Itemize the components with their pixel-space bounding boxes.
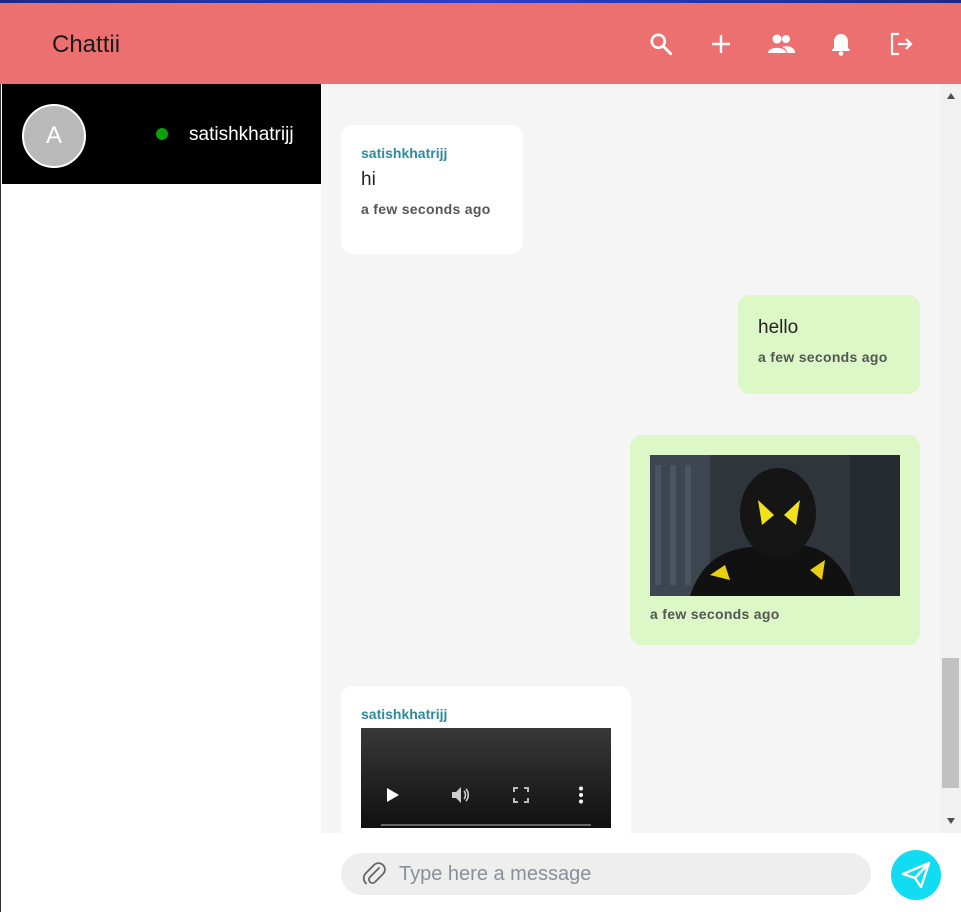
add-icon[interactable]: [706, 29, 736, 59]
sender-name: satishkhatrijj: [361, 145, 448, 161]
scrollbar-thumb[interactable]: [942, 658, 959, 788]
attachment-icon[interactable]: [361, 861, 387, 887]
incoming-message: satishkhatrijj hi a few seconds ago: [341, 125, 523, 254]
incoming-video-message: satishkhatrijj: [341, 686, 631, 833]
logout-icon[interactable]: [886, 29, 916, 59]
sender-name: satishkhatrijj: [361, 706, 448, 722]
search-icon[interactable]: [646, 29, 676, 59]
shared-image[interactable]: [650, 455, 900, 596]
online-status-dot: [156, 128, 168, 140]
notification-icon[interactable]: [826, 29, 856, 59]
app-header: Chattii: [0, 3, 961, 84]
message-text: hello: [758, 317, 799, 338]
message-input[interactable]: [399, 853, 859, 895]
outgoing-message: hello a few seconds ago: [738, 295, 920, 394]
play-icon[interactable]: [381, 783, 405, 807]
scroll-up-arrow-icon[interactable]: [940, 88, 961, 104]
avatar: A: [22, 104, 86, 168]
message-composer: [321, 833, 961, 912]
message-time: a few seconds ago: [361, 201, 491, 217]
app-title: Chattii: [52, 31, 121, 58]
group-icon[interactable]: [766, 29, 796, 59]
contact-item[interactable]: A satishkhatrijj: [2, 84, 322, 184]
contacts-sidebar: A satishkhatrijj: [0, 84, 322, 912]
send-button[interactable]: [891, 850, 941, 900]
scroll-down-arrow-icon[interactable]: [940, 813, 961, 829]
more-options-icon[interactable]: [569, 783, 593, 807]
message-text: hi: [361, 169, 376, 190]
video-progress-bar[interactable]: [381, 824, 591, 826]
outgoing-image-message: a few seconds ago: [630, 435, 920, 645]
scrollbar[interactable]: [940, 84, 961, 833]
video-player[interactable]: [361, 728, 611, 828]
contact-name: satishkhatrijj: [189, 124, 294, 145]
volume-icon[interactable]: [449, 783, 473, 807]
message-time: a few seconds ago: [650, 606, 780, 622]
message-list: satishkhatrijj hi a few seconds ago hell…: [321, 84, 940, 833]
message-input-wrapper: [341, 853, 871, 895]
message-time: a few seconds ago: [758, 349, 888, 365]
fullscreen-icon[interactable]: [509, 783, 533, 807]
send-icon: [901, 861, 931, 889]
